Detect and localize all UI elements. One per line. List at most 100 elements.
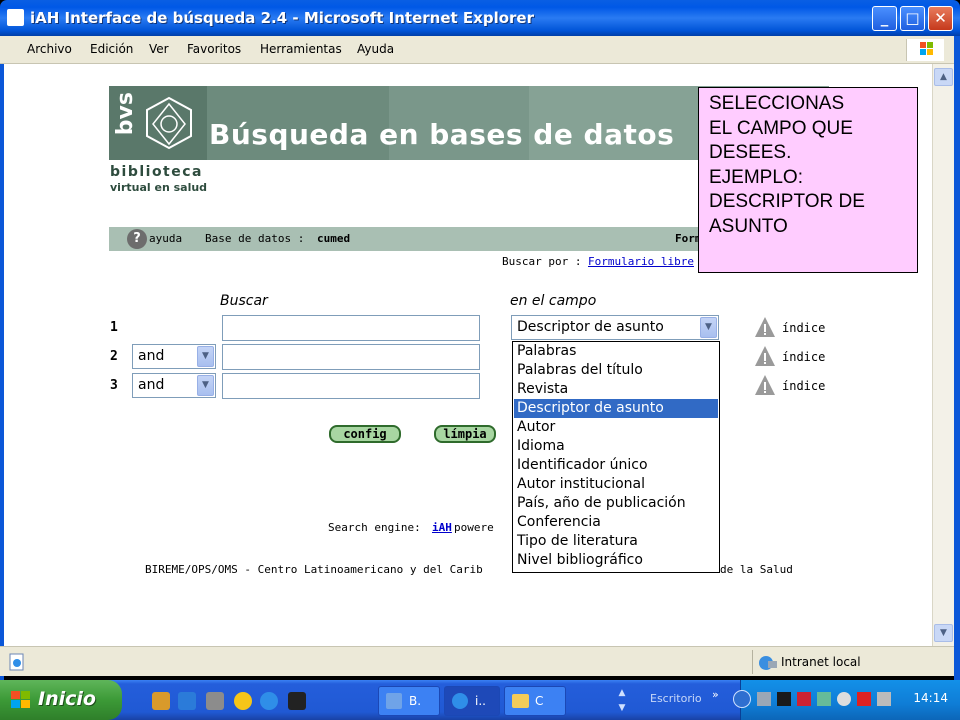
tray-icon[interactable]	[857, 692, 871, 706]
menu-herramientas[interactable]: Herramientas	[260, 42, 342, 56]
field-option[interactable]: Idioma	[514, 437, 718, 456]
field-option[interactable]: Nivel bibliográfico	[514, 551, 718, 570]
engine-powered: powere	[454, 521, 494, 534]
desktop-toolbar-label[interactable]: Escritorio	[650, 692, 702, 705]
chevron-right-icon[interactable]: »	[712, 688, 719, 701]
ie-task-icon	[452, 693, 468, 709]
row-2-index-icon[interactable]	[754, 345, 776, 367]
system-tray: 14:14	[733, 680, 960, 720]
maximize-button[interactable]: □	[900, 6, 925, 31]
field-option[interactable]: País, año de publicación	[514, 494, 718, 513]
status-bar: Intranet local	[0, 646, 954, 676]
menu-ver[interactable]: Ver	[149, 42, 169, 56]
row-2-index-label[interactable]: índice	[782, 350, 825, 364]
tray-icon[interactable]	[797, 692, 811, 706]
field-dropdown-list[interactable]: Palabras Palabras del título Revista Des…	[512, 341, 720, 573]
field-option[interactable]: Identificador único	[514, 456, 718, 475]
row-3-index-icon[interactable]	[754, 374, 776, 396]
scroll-down-icon[interactable]: ▼	[934, 624, 953, 642]
start-label: Inicio	[38, 688, 96, 710]
note-line: EJEMPLO:	[709, 166, 803, 188]
tray-icon[interactable]	[837, 692, 851, 706]
bvs-star-icon	[146, 96, 192, 150]
start-button[interactable]: Inicio	[0, 680, 122, 720]
windows-logo-icon	[906, 39, 944, 61]
row-1-index-label[interactable]: índice	[782, 321, 825, 335]
clear-button[interactable]: límpia	[434, 425, 496, 443]
chevron-down-icon[interactable]: ▼	[197, 375, 214, 396]
menu-favoritos[interactable]: Favoritos	[187, 42, 241, 56]
help-icon[interactable]: ?	[127, 229, 147, 249]
scroll-up-icon[interactable]: ▲	[934, 68, 953, 86]
database-name: cumed	[317, 232, 351, 245]
menu-edicion[interactable]: Edición	[90, 42, 133, 56]
window-titlebar[interactable]: iAH Interface de búsqueda 2.4 - Microsof…	[0, 0, 960, 36]
quicklaunch-icon[interactable]	[152, 692, 170, 710]
field-option[interactable]: Tipo de literatura	[514, 532, 718, 551]
row-2-search-input[interactable]	[222, 344, 480, 370]
tray-icon[interactable]	[817, 692, 831, 706]
page-content: bvs Búsqueda en bases de datos bibliotec…	[4, 64, 932, 646]
quicklaunch-icon[interactable]	[288, 692, 306, 710]
field-option[interactable]: Autor institucional	[514, 475, 718, 494]
tray-expand-icon[interactable]	[733, 690, 751, 708]
clock: 14:14	[913, 691, 948, 705]
note-line: SELECCIONAS	[709, 93, 845, 114]
field-option[interactable]: Palabras del título	[514, 361, 718, 380]
row-2-operator-select[interactable]: and ▼	[132, 344, 216, 369]
bireme-text: BIREME/OPS/OMS - Centro Latinoamericano …	[145, 563, 483, 576]
taskbar-scroll-arrows[interactable]: ▲ ▼	[614, 686, 630, 716]
field-option-selected[interactable]: Descriptor de asunto	[514, 399, 718, 418]
page-status-icon	[9, 653, 24, 671]
note-line: DESEES.	[709, 142, 792, 164]
tray-icon[interactable]	[777, 692, 791, 706]
messenger-icon[interactable]	[234, 692, 252, 710]
row-1-index-icon[interactable]	[754, 316, 776, 338]
tray-icon[interactable]	[877, 692, 891, 706]
close-button[interactable]: ✕	[928, 6, 953, 31]
intranet-icon	[759, 656, 777, 670]
vertical-scrollbar[interactable]: ▲ ▼	[932, 64, 954, 646]
field-option[interactable]: Palabras	[514, 342, 718, 361]
row-3-operator-value: and	[138, 377, 165, 393]
zone-label: Intranet local	[781, 655, 861, 669]
window-frame-right	[954, 36, 960, 720]
buscar-label: Buscar	[220, 293, 268, 309]
bvs-logo-text: bvs	[113, 92, 138, 136]
chevron-down-icon[interactable]: ▼	[197, 346, 214, 367]
menu-ayuda[interactable]: Ayuda	[357, 42, 394, 56]
row-2-operator-value: and	[138, 348, 165, 364]
chevron-down-icon[interactable]: ▼	[700, 317, 717, 338]
config-button[interactable]: config	[329, 425, 401, 443]
tray-icon[interactable]	[757, 692, 771, 706]
row-3-index-label[interactable]: índice	[782, 379, 825, 393]
quicklaunch-icon[interactable]	[178, 692, 196, 710]
bvs-logo: bvs	[109, 86, 207, 160]
free-form-link[interactable]: Formulario libre	[588, 255, 694, 268]
minimize-button[interactable]: _	[872, 6, 897, 31]
field-option[interactable]: Revista	[514, 380, 718, 399]
help-link[interactable]: ayuda	[149, 232, 182, 245]
annotation-note: SELECCIONAS EL CAMPO QUE DESEES. EJEMPLO…	[698, 87, 918, 273]
field-option[interactable]: Conferencia	[514, 513, 718, 532]
row-1-field-value: Descriptor de asunto	[517, 319, 664, 335]
quicklaunch-icon[interactable]	[206, 692, 224, 710]
task-icon	[386, 693, 402, 709]
iah-link[interactable]: iAH	[432, 521, 452, 534]
row-2-number: 2	[110, 349, 118, 364]
ie-icon[interactable]	[260, 692, 278, 710]
note-line: DESCRIPTOR DE	[709, 191, 865, 213]
menu-bar: Archivo Edición Ver Favoritos Herramient…	[0, 36, 960, 64]
ie-page-icon	[7, 9, 24, 26]
menu-archivo[interactable]: Archivo	[27, 42, 72, 56]
row-1-number: 1	[110, 320, 118, 335]
field-option[interactable]: Autor	[514, 418, 718, 437]
row-1-search-input[interactable]	[222, 315, 480, 341]
windows-flag-icon	[11, 691, 30, 708]
folder-icon	[512, 694, 529, 708]
row-1-field-select[interactable]: Descriptor de asunto ▼	[511, 315, 719, 340]
campo-label: en el campo	[510, 293, 597, 309]
row-3-search-input[interactable]	[222, 373, 480, 399]
row-3-operator-select[interactable]: and ▼	[132, 373, 216, 398]
security-zone: Intranet local	[752, 650, 948, 674]
